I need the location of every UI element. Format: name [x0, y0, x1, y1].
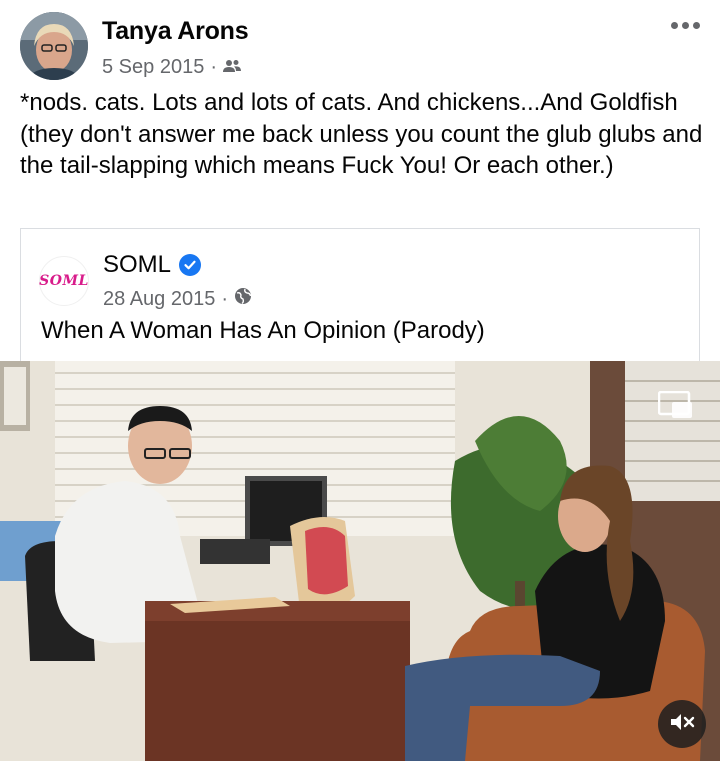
globe-icon — [234, 287, 252, 311]
verified-badge-icon — [179, 254, 202, 276]
post-meta: 5 Sep 2015 · — [102, 56, 241, 79]
post-date[interactable]: 5 Sep 2015 — [102, 56, 204, 79]
post-header: Tanya Arons 5 Sep 2015 · — [0, 0, 720, 88]
shared-post-title: When A Woman Has An Opinion (Parody) — [41, 317, 485, 344]
meta-separator: · — [210, 56, 217, 78]
shared-page-avatar[interactable]: SOML — [39, 256, 89, 306]
friends-icon — [223, 56, 241, 79]
author-name[interactable]: Tanya Arons — [102, 17, 249, 46]
picture-in-picture-icon[interactable] — [657, 390, 694, 421]
shared-page-name-row: SOML — [103, 251, 202, 279]
mute-button[interactable] — [658, 700, 706, 748]
more-options-button[interactable] — [671, 22, 700, 29]
shared-post-card[interactable]: SOML SOML 28 Aug 2015 · When A Woman Has… — [20, 228, 700, 362]
speaker-muted-icon — [669, 711, 695, 738]
video-player[interactable] — [0, 361, 720, 761]
shared-avatar-logo: SOML — [39, 273, 89, 289]
more-dot-icon — [671, 22, 678, 29]
more-dot-icon — [693, 22, 700, 29]
shared-meta: 28 Aug 2015 · — [103, 287, 252, 311]
meta-separator: · — [221, 287, 229, 310]
video-frame — [0, 361, 720, 761]
shared-page-name[interactable]: SOML — [103, 251, 171, 279]
shared-date[interactable]: 28 Aug 2015 — [103, 288, 215, 311]
more-dot-icon — [682, 22, 689, 29]
post-text: *nods. cats. Lots and lots of cats. And … — [20, 89, 703, 179]
author-avatar[interactable] — [20, 12, 88, 80]
